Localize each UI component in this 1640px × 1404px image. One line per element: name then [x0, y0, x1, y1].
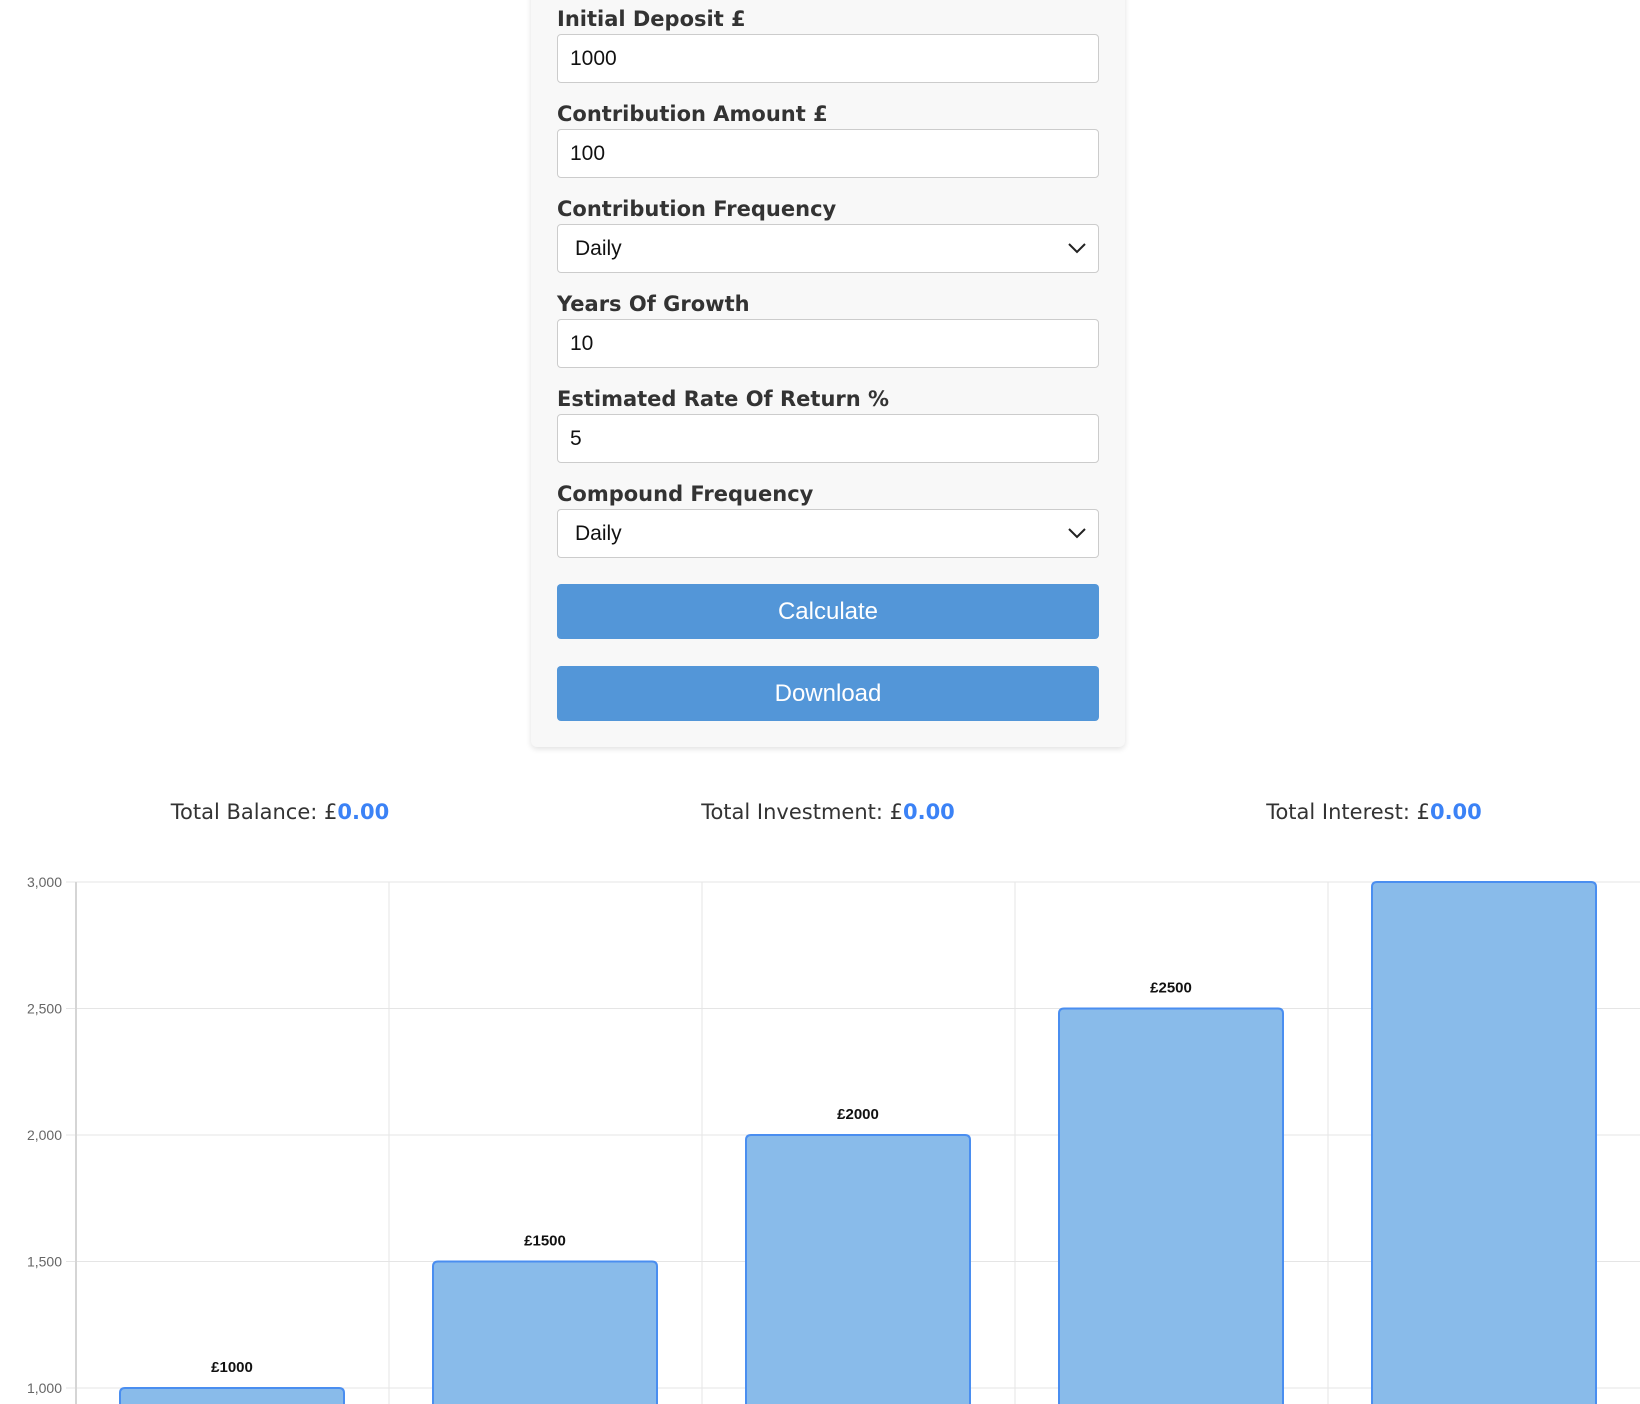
field-contribution-amount: Contribution Amount £ 100: [557, 99, 1099, 178]
y-tick-label: 1,000: [27, 1380, 62, 1396]
contribution-frequency-value: Daily: [575, 237, 622, 260]
y-tick-label: 2,000: [27, 1127, 62, 1143]
y-tick-label: 3,000: [27, 874, 62, 890]
field-initial-deposit: Initial Deposit £ 1000: [557, 4, 1099, 83]
years-of-growth-input[interactable]: 10: [557, 319, 1099, 368]
contribution-amount-value: 100: [570, 142, 606, 165]
estimated-rate-of-return-value: 5: [570, 427, 582, 450]
years-of-growth-value: 10: [570, 332, 594, 355]
field-years-of-growth: Years Of Growth 10: [557, 289, 1099, 368]
balance-bar-chart: 1,000 1,500 2,000 2,500 3,000 £1000 £1500 £2000…: [27, 874, 1640, 1404]
compound-frequency-select[interactable]: Daily: [557, 509, 1099, 558]
bar: [745, 1134, 971, 1404]
chevron-down-icon: [1068, 528, 1086, 539]
years-of-growth-label: Years Of Growth: [557, 292, 750, 316]
initial-deposit-value: 1000: [570, 47, 617, 70]
calculator-form: Initial Deposit £ 1000 Contribution Amou…: [531, 0, 1125, 747]
chevron-down-icon: [1068, 243, 1086, 254]
field-estimated-rate-of-return: Estimated Rate Of Return % 5: [557, 384, 1099, 463]
y-tick-label: 2,500: [27, 1001, 62, 1017]
compound-frequency-label: Compound Frequency: [557, 482, 814, 506]
initial-deposit-input[interactable]: 1000: [557, 34, 1099, 83]
total-balance-label: Total Balance: £: [170, 800, 338, 824]
total-investment-label: Total Investment: £: [701, 800, 903, 824]
bar: [119, 1387, 345, 1404]
download-button[interactable]: Download: [557, 666, 1099, 721]
y-tick-label: 1,500: [27, 1254, 62, 1270]
total-balance: Total Balance: £0.00: [171, 800, 389, 824]
bar: [1058, 1007, 1284, 1404]
calculate-button[interactable]: Calculate: [557, 584, 1099, 639]
total-interest-label: Total Interest: £: [1266, 800, 1430, 824]
total-balance-value: 0.00: [337, 800, 390, 824]
contribution-amount-label: Contribution Amount £: [557, 102, 828, 126]
estimated-rate-of-return-label: Estimated Rate Of Return %: [557, 387, 890, 411]
total-interest: Total Interest: £0.00: [1266, 800, 1482, 824]
total-investment: Total Investment: £0.00: [701, 800, 955, 824]
contribution-frequency-label: Contribution Frequency: [557, 197, 837, 221]
field-compound-frequency: Compound Frequency Daily: [557, 479, 1099, 558]
compound-frequency-value: Daily: [575, 522, 622, 545]
bar: [1371, 881, 1597, 1404]
estimated-rate-of-return-input[interactable]: 5: [557, 414, 1099, 463]
bar: [432, 1260, 658, 1404]
bar-data-label: £1500: [524, 1233, 566, 1250]
contribution-amount-input[interactable]: 100: [557, 129, 1099, 178]
initial-deposit-label: Initial Deposit £: [557, 7, 746, 31]
bar-data-label: £2500: [1150, 980, 1192, 997]
bar-data-label: £2000: [837, 1106, 879, 1123]
field-contribution-frequency: Contribution Frequency Daily: [557, 194, 1099, 273]
bar-data-label: £1000: [211, 1359, 253, 1376]
total-investment-value: 0.00: [902, 800, 955, 824]
contribution-frequency-select[interactable]: Daily: [557, 224, 1099, 273]
total-interest-value: 0.00: [1429, 800, 1482, 824]
